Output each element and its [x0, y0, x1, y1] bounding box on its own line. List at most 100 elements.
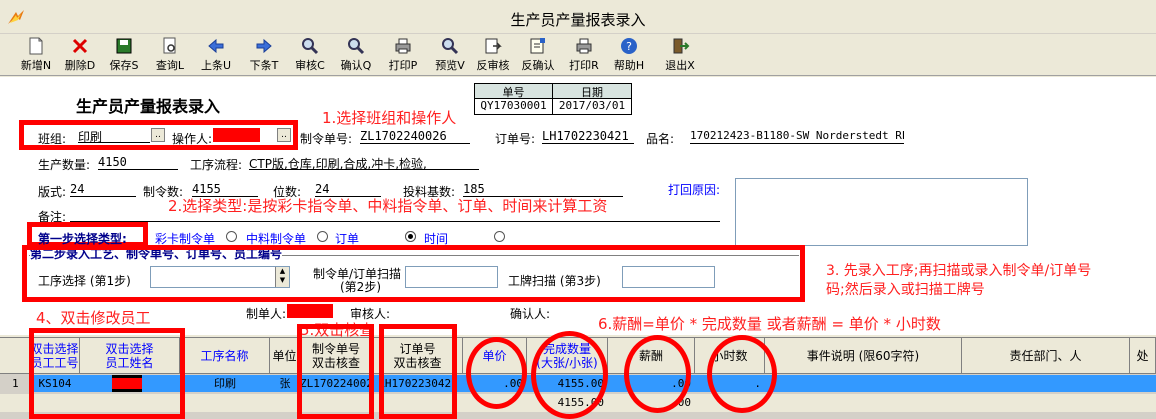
toolbar-button-label: 打印P [388, 59, 418, 72]
toolbar-button-label: 反确认 [521, 59, 555, 72]
toolbar-button-1[interactable]: 新增N [16, 36, 56, 74]
type-radio-4[interactable] [405, 231, 416, 242]
toolbar-button-15[interactable]: 退出X [660, 36, 700, 74]
toolbar-button-10[interactable]: 预览V [430, 36, 470, 74]
grid-header-4[interactable]: 单位 [270, 338, 300, 374]
toolbar-button-label: 反审核 [476, 59, 510, 72]
toolbar-button-2[interactable]: 删除D [60, 36, 100, 74]
grid-header-line1: 事件说明 (限60字符) [806, 348, 920, 363]
toolbar-button-label: 打印R [569, 59, 599, 72]
badge-label: 工牌扫描 (第3步) [508, 274, 601, 288]
magnifier-icon [336, 36, 376, 56]
confirmer-label: 确认人: [510, 307, 551, 321]
toolbar-button-label: 审核C [295, 59, 325, 72]
annotation-1: 1.选择班组和操作人 [322, 109, 457, 127]
toolbar-button-5[interactable]: 上条U [196, 36, 236, 74]
toolbar-button-9[interactable]: 打印P [383, 36, 423, 74]
toolbar-button-label: 保存S [109, 59, 139, 72]
printer-icon [564, 36, 604, 56]
annotation-6: 6.薪酬=单价 * 完成数量 或者薪酬 = 单价 * 小时数 [598, 315, 941, 333]
highlight-hours-circle [707, 335, 777, 413]
grid-header-12[interactable]: 责任部门、人 [962, 338, 1130, 374]
form-heading: 生产员产量报表录入 [76, 97, 221, 116]
toolbar-button-label: 新增N [20, 59, 52, 72]
reprint-label: 打回原因: [668, 183, 721, 197]
svg-text:?: ? [626, 40, 632, 53]
maker-field [287, 304, 333, 318]
order-no-label: 制令单号: [300, 132, 353, 146]
product-label: 品名: [646, 132, 675, 146]
unconfirm-icon [518, 36, 558, 56]
highlight-employee-cols [29, 328, 185, 419]
toolbar-button-14[interactable]: ? 帮助H [609, 36, 649, 74]
grid-header-3[interactable]: 工序名称 [180, 338, 270, 374]
delete-x-icon [60, 36, 100, 56]
cell-unit[interactable]: 张 [270, 375, 300, 392]
type-radio-1[interactable] [226, 231, 237, 242]
team-label: 班组: [38, 132, 67, 146]
magnifier-icon [290, 36, 330, 56]
query-icon [150, 36, 190, 56]
toolbar-button-label: 退出X [665, 59, 695, 72]
type-radio-extra[interactable] [494, 231, 505, 242]
toolbar-button-11[interactable]: 反审核 [473, 36, 513, 74]
toolbar-button-label: 上条U [200, 59, 232, 72]
team-lookup-button[interactable]: .. [151, 128, 165, 142]
highlight-qty-circle [531, 331, 608, 419]
toolbar-button-4[interactable]: 查询L [150, 36, 190, 74]
cell-process[interactable]: 印刷 [180, 375, 270, 392]
format-field[interactable]: 24 [70, 182, 136, 197]
remark-field[interactable] [70, 221, 720, 222]
unaudit-icon [473, 36, 513, 56]
grid-corner [0, 338, 30, 374]
qty-field[interactable]: 4150 [98, 155, 178, 170]
arrow-left-icon [196, 36, 236, 56]
order-scan-input[interactable] [405, 266, 498, 288]
highlight-price-circle [466, 337, 527, 409]
highlight-order-col [297, 324, 374, 419]
toolbar-button-label: 确认Q [340, 59, 372, 72]
process-field[interactable]: CTP版,仓库,印刷,合成,冲卡,检验, [249, 155, 479, 171]
ticket-field[interactable]: LH1702230421 [542, 129, 634, 144]
toolbar-button-label: 查询L [155, 59, 185, 72]
process-spinner[interactable]: ▲ ▼ [275, 267, 289, 287]
operator-label: 操作人: [172, 132, 213, 146]
type-radio-2[interactable] [317, 231, 328, 242]
grid-header-line1: 工序名称 [200, 348, 249, 363]
toolbar-button-label: 下条T [249, 59, 279, 72]
operator-field[interactable] [213, 128, 260, 142]
printer-icon [383, 36, 423, 56]
toolbar: 新增N 删除D 保存S 查询L 上条U 下条T 审核C 确认Q 打印P 预览V 反审核 反确认 打印R?… [0, 34, 1156, 76]
new-doc-icon [16, 36, 56, 56]
annotation-3-line2: 码;然后录入或扫描工牌号 [826, 282, 985, 298]
highlight-ticket-col [379, 324, 457, 419]
toolbar-button-6[interactable]: 下条T [244, 36, 284, 74]
title-bar: 生产员产量报表录入 [0, 0, 1156, 34]
grid-header-11[interactable]: 事件说明 (限60字符) [765, 338, 962, 374]
toolbar-button-label: 删除D [64, 59, 96, 72]
cell-idx[interactable]: 1 [0, 375, 30, 392]
format-label: 版式: [38, 185, 67, 199]
date-header: 日期 [553, 84, 631, 99]
reprint-reason-field[interactable] [735, 178, 1028, 246]
team-field[interactable]: 印刷 [78, 128, 150, 144]
toolbar-button-3[interactable]: 保存S [104, 36, 144, 74]
product-field[interactable]: 170212423-B1180-SW Norderstedt REV1. [690, 129, 904, 144]
operator-lookup-button[interactable]: .. [277, 128, 291, 142]
toolbar-button-7[interactable]: 审核C [290, 36, 330, 74]
process-select-field[interactable]: ▲ ▼ [150, 266, 290, 288]
magnifier-icon [430, 36, 470, 56]
badge-scan-input[interactable] [622, 266, 715, 288]
date-value[interactable]: 2017/03/01 [553, 99, 631, 114]
grid-header-13[interactable]: 处 [1130, 338, 1156, 374]
exit-icon [660, 36, 700, 56]
grid-header-line1: 责任部门、人 [1009, 348, 1082, 363]
toolbar-button-12[interactable]: 反确认 [518, 36, 558, 74]
toolbar-button-13[interactable]: 打印R [564, 36, 604, 74]
grid-header-line1: 单位 [272, 348, 297, 363]
order-no-field[interactable]: ZL1702240026 [360, 129, 470, 144]
toolbar-button-8[interactable]: 确认Q [336, 36, 376, 74]
toolbar-button-label: 帮助H [613, 59, 645, 72]
highlight-pay-circle [624, 335, 691, 413]
docno-value[interactable]: QY17030001 [475, 99, 553, 114]
